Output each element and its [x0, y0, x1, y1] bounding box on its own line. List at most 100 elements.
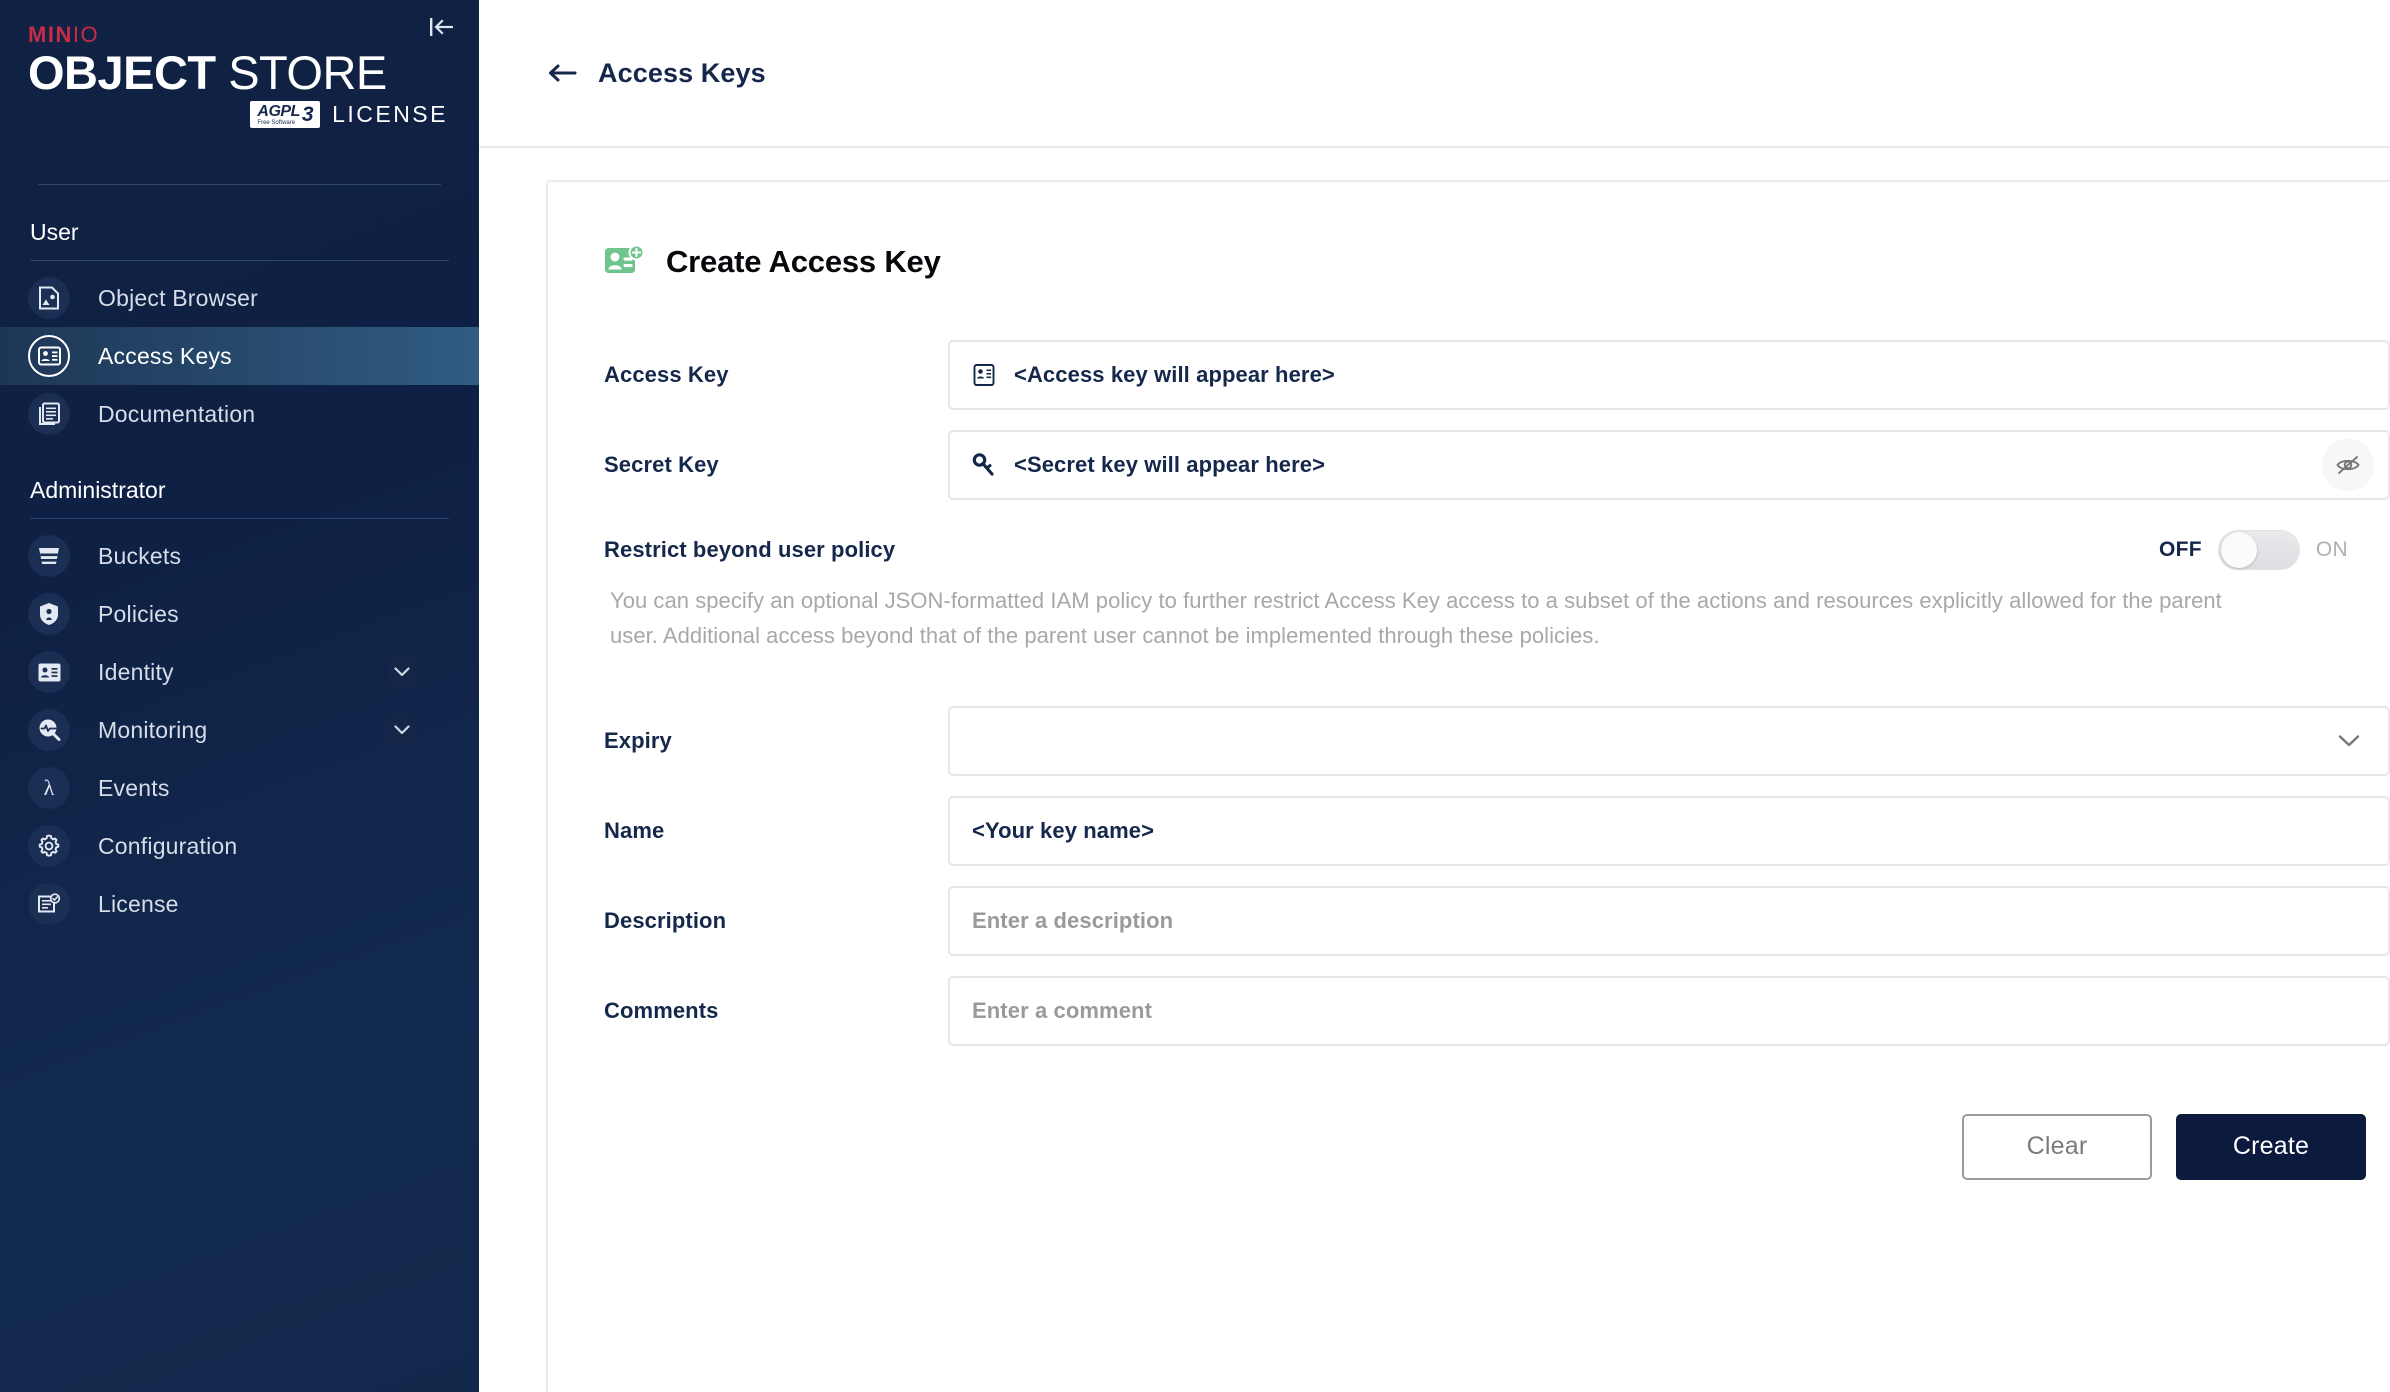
restrict-label: Restrict beyond user policy	[604, 537, 896, 562]
object-browser-icon	[28, 277, 70, 319]
agplv3-badge: AGPL Free Software 3	[250, 100, 321, 129]
main-content: Access Keys Create Access Key Access Key…	[479, 0, 2390, 1392]
sidebar-item-label-documentation: Documentation	[98, 400, 256, 427]
field-access-key: <Access key will appear here>	[948, 340, 2390, 410]
sidebar-nav-user: Object Browser Access Keys Documentation	[0, 269, 479, 443]
sidebar-logo-area: MINIO OBJECT STORE AGPL Free Software 3 …	[0, 0, 479, 172]
id-card-icon	[972, 363, 996, 387]
label-comments: Comments	[604, 997, 719, 1023]
comments-input[interactable]: Enter a comment	[948, 975, 2390, 1046]
logo-object-store: OBJECT STORE	[28, 49, 479, 97]
name-value: <Your key name>	[972, 817, 1155, 843]
label-access-key: Access Key	[604, 362, 729, 387]
sidebar-item-identity[interactable]: Identity	[0, 643, 479, 701]
field-comments: Enter a comment	[948, 975, 2390, 1046]
page-header: Access Keys	[479, 0, 2390, 148]
collapse-sidebar-icon[interactable]	[423, 8, 461, 46]
secret-key-input[interactable]: <Secret key will appear here>	[948, 430, 2390, 500]
create-button[interactable]: Create	[2176, 1113, 2366, 1180]
sidebar-item-documentation[interactable]: Documentation	[0, 385, 479, 443]
logo-minio-wordmark: MINIO	[28, 24, 99, 46]
logo-min-text: MIN	[28, 22, 73, 47]
sidebar-item-label-identity: Identity	[98, 658, 174, 685]
form-row-comments: Comments Enter a comment	[548, 975, 2390, 1046]
gear-icon	[28, 825, 70, 867]
sidebar-section-title-user: User	[30, 219, 79, 245]
sidebar-item-label-monitoring: Monitoring	[98, 716, 208, 743]
sidebar-item-label-buckets: Buckets	[98, 542, 182, 569]
chevron-down-icon-expiry[interactable]	[2338, 734, 2360, 748]
sidebar-item-access-keys[interactable]: Access Keys	[0, 327, 479, 385]
access-key-input[interactable]: <Access key will appear here>	[948, 340, 2390, 410]
access-key-value: <Access key will appear here>	[1014, 362, 1335, 387]
logo-object-text: OBJECT	[28, 46, 216, 99]
documentation-icon	[28, 393, 70, 435]
form-row-name: Name <Your key name>	[548, 795, 2390, 866]
agpl-main-text: AGPL	[257, 103, 300, 121]
field-name: <Your key name>	[948, 795, 2390, 866]
sidebar-item-events[interactable]: λ Events	[0, 759, 479, 817]
sidebar-item-label-policies: Policies	[98, 600, 179, 627]
secret-key-value: <Secret key will appear here>	[1014, 452, 1326, 477]
access-keys-icon	[28, 335, 70, 377]
sidebar-item-buckets[interactable]: Buckets	[0, 527, 479, 585]
sidebar-item-monitoring[interactable]: Monitoring	[0, 701, 479, 759]
toggle-off-label: OFF	[2159, 538, 2202, 561]
sidebar-item-object-browser[interactable]: Object Browser	[0, 269, 479, 327]
restrict-toggle[interactable]	[2217, 530, 2300, 570]
monitoring-magnifier-icon	[28, 709, 70, 751]
sidebar-section-title-administrator: Administrator	[30, 477, 166, 503]
name-input[interactable]: <Your key name>	[948, 795, 2390, 866]
shield-lock-icon	[28, 593, 70, 635]
clear-button[interactable]: Clear	[1962, 1113, 2152, 1180]
key-icon	[972, 453, 996, 477]
sidebar-item-label-object-browser: Object Browser	[98, 284, 259, 311]
card-title: Create Access Key	[666, 244, 941, 279]
card-title-row: Create Access Key	[548, 242, 2390, 282]
logo-license-row: AGPL Free Software 3 LICENSE	[28, 100, 448, 129]
back-arrow-icon[interactable]	[546, 57, 578, 89]
sidebar-item-label-configuration: Configuration	[98, 832, 238, 859]
sidebar: MINIO OBJECT STORE AGPL Free Software 3 …	[0, 0, 479, 1392]
page-title: Access Keys	[598, 57, 766, 88]
agpl-version-text: 3	[301, 102, 314, 126]
description-input[interactable]: Enter a description	[948, 885, 2390, 956]
app-root: MINIO OBJECT STORE AGPL Free Software 3 …	[0, 0, 2390, 1392]
comments-placeholder: Enter a comment	[972, 997, 1152, 1023]
content-area: Create Access Key Access Key <Access key…	[479, 148, 2390, 1392]
chevron-down-icon-identity[interactable]	[387, 657, 417, 687]
create-access-key-icon	[604, 242, 646, 282]
license-label: LICENSE	[332, 101, 448, 127]
license-document-icon	[28, 883, 70, 925]
eye-off-icon[interactable]	[2322, 439, 2374, 491]
field-description: Enter a description	[948, 885, 2390, 956]
sidebar-item-configuration[interactable]: Configuration	[0, 817, 479, 875]
sidebar-divider-administrator	[30, 518, 449, 519]
lambda-icon: λ	[28, 767, 70, 809]
form-row-access-key: Access Key <Access key will appear here>	[548, 340, 2390, 410]
chevron-down-icon-monitoring[interactable]	[387, 715, 417, 745]
bucket-icon	[28, 535, 70, 577]
field-expiry	[948, 705, 2390, 776]
label-expiry: Expiry	[604, 727, 672, 753]
form-row-description: Description Enter a description	[548, 885, 2390, 956]
sidebar-item-license[interactable]: License	[0, 875, 479, 933]
restrict-toggle-group: OFF ON	[2159, 530, 2348, 570]
sidebar-item-label-license: License	[98, 890, 179, 917]
field-secret-key: <Secret key will appear here>	[948, 430, 2390, 500]
sidebar-item-label-events: Events	[98, 774, 170, 801]
sidebar-item-policies[interactable]: Policies	[0, 585, 479, 643]
description-placeholder: Enter a description	[972, 907, 1174, 933]
svg-text:λ: λ	[44, 776, 55, 800]
create-access-key-card: Create Access Key Access Key <Access key…	[546, 180, 2390, 1392]
expiry-select[interactable]	[948, 705, 2390, 776]
agpl-sub-text: Free Software	[257, 119, 296, 126]
sidebar-divider-user	[30, 260, 449, 261]
form-row-secret-key: Secret Key <Secret key will appear here>	[548, 430, 2390, 500]
label-description: Description	[604, 907, 727, 933]
